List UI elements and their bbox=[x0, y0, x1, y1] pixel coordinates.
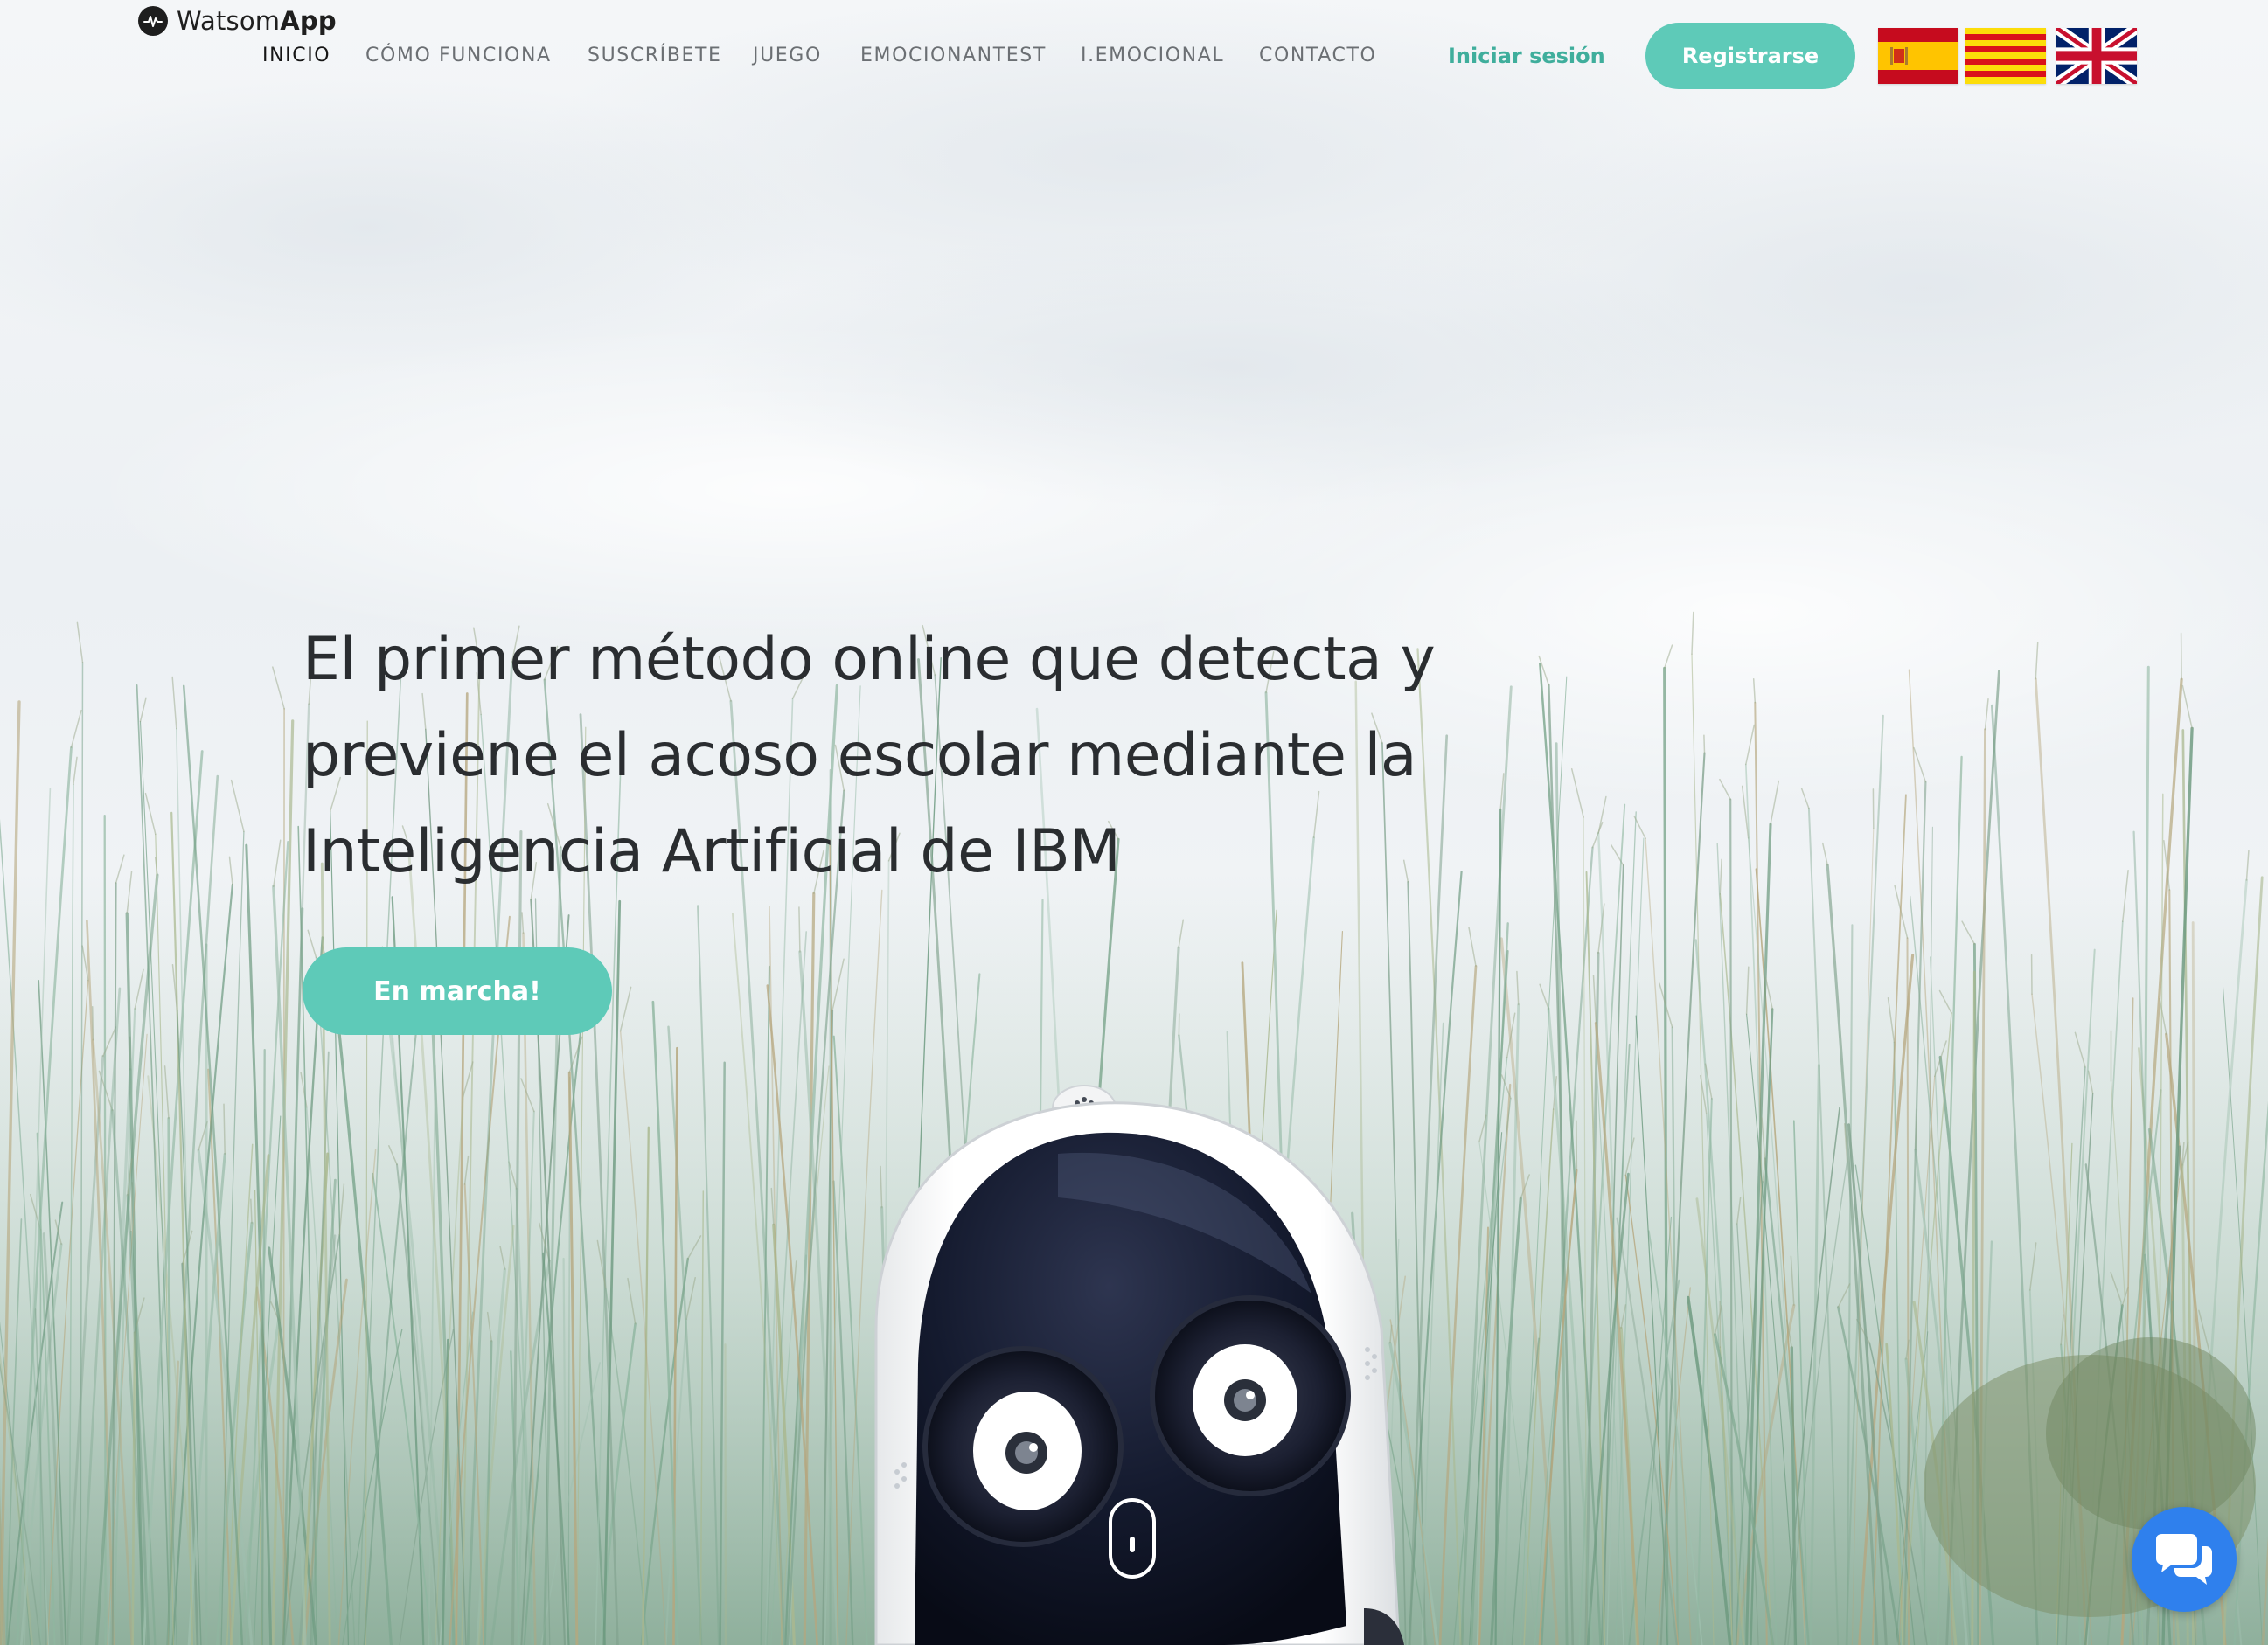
brand-name-bold: App bbox=[280, 6, 337, 36]
logo-wave-icon bbox=[138, 6, 168, 36]
mouse-scroll-icon[interactable] bbox=[1109, 1498, 1156, 1579]
brand-name: WatsomApp bbox=[177, 6, 337, 36]
nav-item-como-funciona[interactable]: CÓMO FUNCIONA bbox=[365, 40, 552, 72]
nav-item-suscribete[interactable]: SUSCRÍBETE bbox=[588, 40, 722, 72]
chat-widget-button[interactable] bbox=[2132, 1507, 2237, 1612]
chat-bubbles-icon bbox=[2156, 1534, 2212, 1585]
scroll-wheel-dot bbox=[1130, 1537, 1135, 1552]
spain-flag-icon[interactable] bbox=[1878, 28, 1958, 84]
hero-headline: El primer método online que detecta y pr… bbox=[303, 612, 1439, 900]
hero-headline-line: Inteligencia Artificial de IBM bbox=[303, 817, 1121, 886]
register-button[interactable]: Registrarse bbox=[1645, 23, 1855, 89]
nav-item-i-emocional[interactable]: I.EMOCIONAL bbox=[1081, 40, 1224, 72]
nav-item-inicio[interactable]: INICIO bbox=[262, 40, 330, 72]
nav-item-juego[interactable]: JUEGO bbox=[753, 40, 822, 72]
hero-headline-line: previene el acoso escolar mediante la bbox=[303, 721, 1417, 790]
nav-item-contacto[interactable]: CONTACTO bbox=[1259, 40, 1376, 72]
uk-flag-icon[interactable] bbox=[2056, 28, 2137, 84]
brand-logo[interactable]: WatsomApp bbox=[138, 3, 337, 38]
nav-item-emocionantest[interactable]: EMOCIONANTEST bbox=[860, 40, 1047, 72]
catalonia-flag-icon[interactable] bbox=[1965, 28, 2046, 84]
en-marcha-button[interactable]: En marcha! bbox=[303, 947, 612, 1035]
login-link[interactable]: Iniciar sesión bbox=[1448, 40, 1605, 72]
hero-headline-line: El primer método online que detecta y bbox=[303, 625, 1436, 694]
brand-name-regular: Watsom bbox=[177, 6, 281, 36]
